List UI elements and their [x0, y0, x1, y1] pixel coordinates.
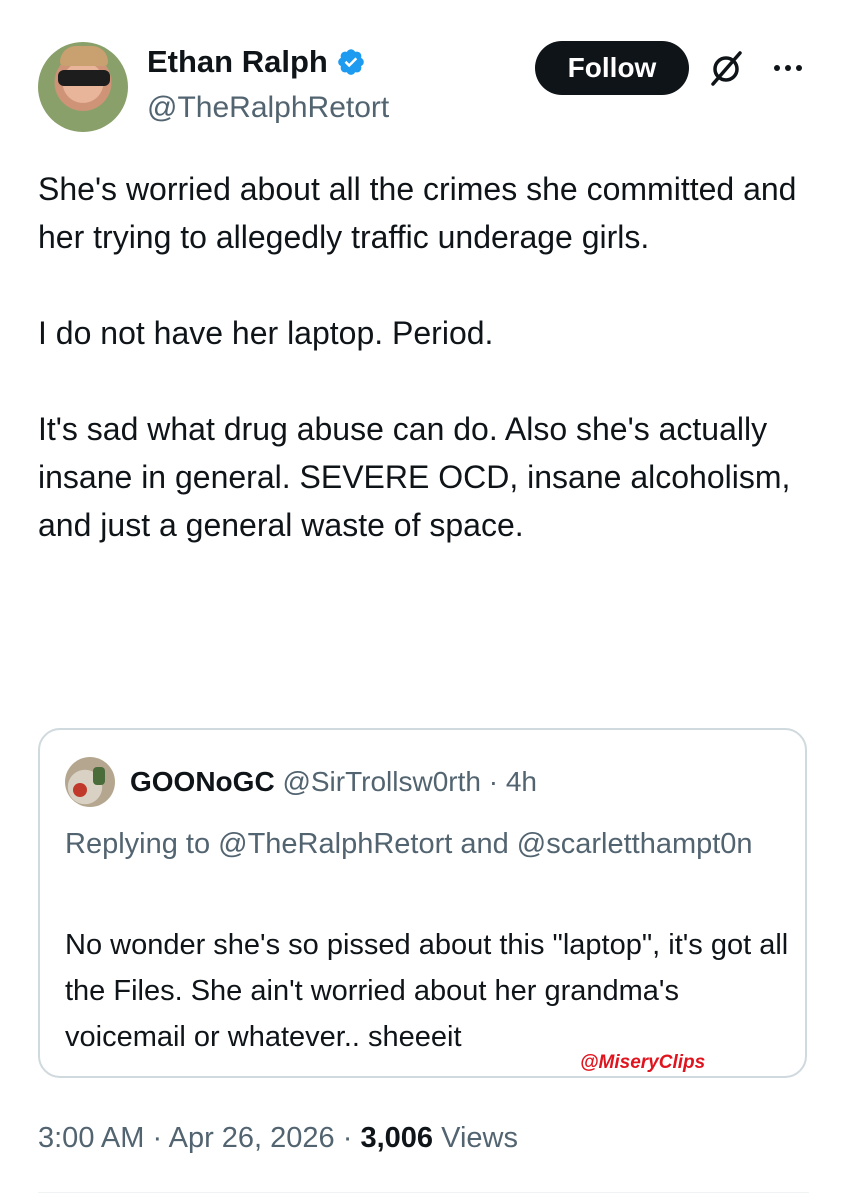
- quoted-tweet-text: No wonder she's so pissed about this "la…: [65, 929, 789, 1053]
- meta-separator: ·: [342, 1122, 353, 1154]
- replying-to-line: Replying to @TheRalphRetort and @scarlet…: [65, 828, 753, 860]
- more-options-icon[interactable]: [770, 50, 806, 86]
- avatar-detail: [73, 783, 87, 797]
- author-name[interactable]: Ethan Ralph: [147, 42, 328, 82]
- tweet-text: She's worried about all the crimes she c…: [38, 165, 808, 549]
- grok-icon[interactable]: [706, 48, 746, 88]
- follow-button[interactable]: Follow: [535, 41, 689, 95]
- avatar-hair: [60, 46, 108, 66]
- watermark: @MiseryClips: [580, 1052, 706, 1073]
- author-handle[interactable]: @TheRalphRetort: [147, 88, 389, 128]
- tweet-paragraph: I do not have her laptop. Period.: [38, 315, 494, 351]
- quoted-tweet-time: 4h: [505, 766, 538, 797]
- views-label: Views: [441, 1122, 518, 1154]
- avatar-sunglasses: [58, 70, 110, 86]
- quoted-tweet-header: GOONoGC @SirTrollsw0rth · 4h: [130, 762, 537, 802]
- tweet-date[interactable]: Apr 26, 2026: [169, 1122, 335, 1154]
- tweet-paragraph: She's worried about all the crimes she c…: [38, 171, 797, 255]
- tweet-meta: 3:00 AM · Apr 26, 2026 · 3,006 Views: [38, 1118, 518, 1158]
- views-count: 3,006: [360, 1122, 434, 1154]
- tweet-paragraph: It's sad what drug abuse can do. Also sh…: [38, 411, 791, 543]
- tweet-time[interactable]: 3:00 AM: [38, 1122, 144, 1154]
- quoted-author-handle: @SirTrollsw0rth: [282, 766, 481, 797]
- meta-separator: ·: [488, 766, 499, 797]
- author-name-row[interactable]: Ethan Ralph: [147, 42, 366, 82]
- meta-separator: ·: [152, 1122, 163, 1154]
- verified-badge-icon: [338, 49, 364, 75]
- divider: [38, 1192, 809, 1193]
- quoted-author-avatar: [65, 757, 115, 807]
- avatar-detail: [93, 767, 105, 785]
- quoted-author-name: GOONoGC: [130, 766, 275, 797]
- author-avatar[interactable]: [38, 42, 128, 132]
